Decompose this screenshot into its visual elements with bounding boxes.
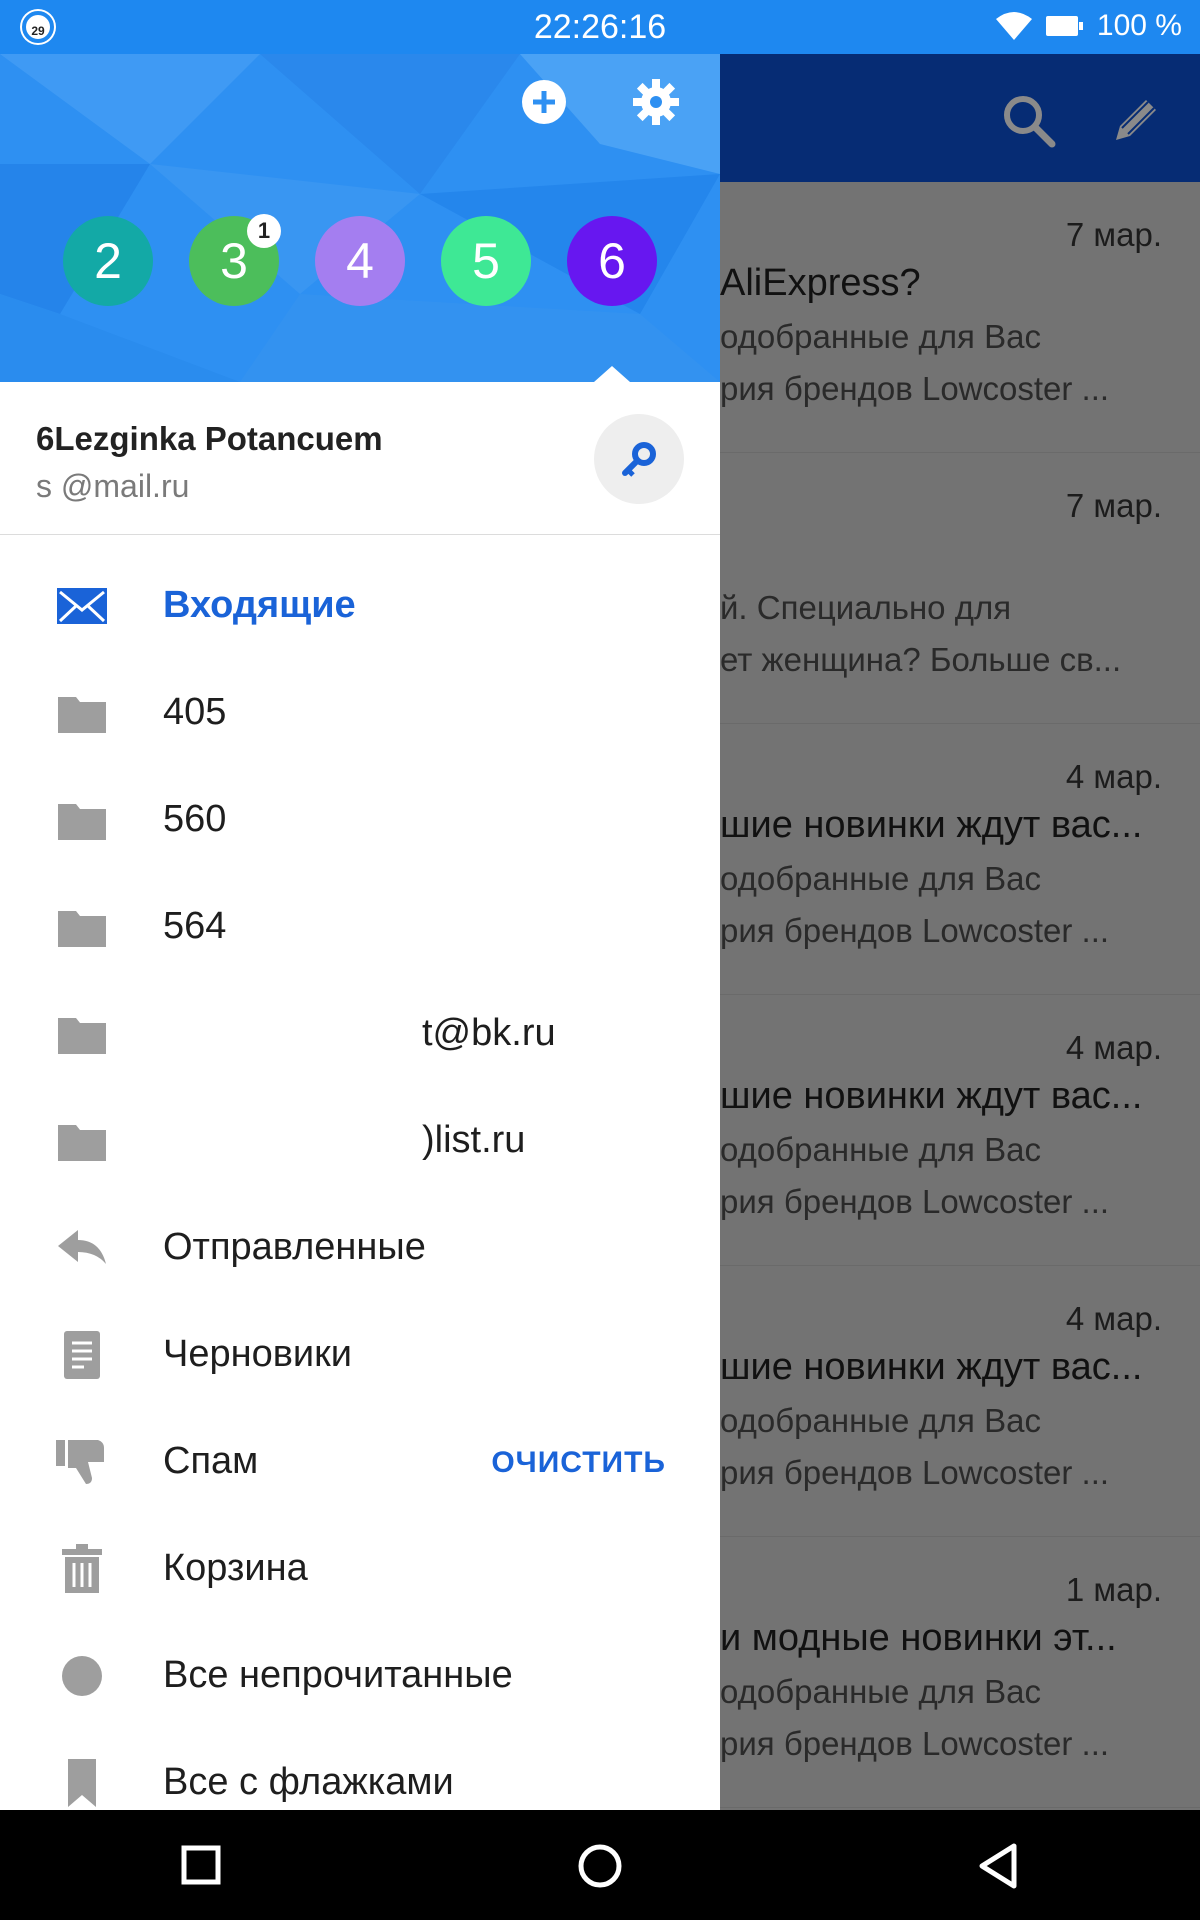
folder-label: t@bk.ru [422,1012,556,1054]
folder-spam[interactable]: Спам ОЧИСТИТЬ [0,1410,720,1517]
folder-all-flagged[interactable]: Все с флажками [0,1731,720,1810]
folder-icon [58,911,106,947]
mail-subject: шие новинки ждут вас... [720,1346,1143,1388]
folder-label: 405 [163,691,227,733]
folder-list-ru[interactable]: )list.ru [0,1089,720,1196]
mail-preview: рия брендов Lowcoster ... [720,1725,1110,1762]
selected-account-indicator [594,366,630,382]
account-avatar-label: 6 [598,233,626,289]
mail-subject: шие новинки ждут вас... [720,804,1143,846]
envelope-icon [57,588,107,624]
mail-date: 4 мар. [1065,758,1162,795]
mail-date: 1 мар. [1065,1571,1162,1608]
mail-preview: одобранные для Вас [720,1402,1041,1439]
folder-icon [58,1125,106,1161]
folder-bk-ru[interactable]: t@bk.ru [0,982,720,1089]
account-avatar-label: 3 [220,233,248,289]
mail-preview: рия брендов Lowcoster ... [720,1183,1110,1220]
status-right: 100 % [995,9,1182,43]
folder-label: 564 [163,905,227,947]
account-avatar-6[interactable]: 6 [567,216,657,306]
folder-label: )list.ru [422,1119,526,1161]
mail-date: 7 мар. [1065,487,1162,524]
mail-preview: рия брендов Lowcoster ... [720,912,1110,949]
account-key-button[interactable] [594,414,684,504]
clear-spam-button[interactable]: ОЧИСТИТЬ [491,1446,666,1480]
account-avatar-4[interactable]: 4 [315,216,405,306]
unread-circle-icon [62,1656,102,1696]
mail-preview: рия брендов Lowcoster ... [720,1454,1110,1491]
mail-date: 4 мар. [1065,1029,1162,1066]
battery-icon [1045,16,1083,36]
folder-label: 560 [163,798,227,840]
mail-preview: одобранные для Вас [720,860,1041,897]
account-avatar-3[interactable]: 3 1 [189,214,281,306]
settings-gear-icon[interactable] [630,76,682,128]
navigation-drawer: 2 3 1 4 5 6 6Lezginka Potancuem s @mail.… [0,54,720,1810]
mail-preview: й. Специально для [720,589,1012,626]
battery-percent: 100 % [1096,9,1182,42]
search-icon[interactable] [1000,92,1056,148]
folder-sent[interactable]: Отправленные [0,1196,720,1303]
folder-label: Спам [163,1440,259,1482]
account-avatar-2[interactable]: 2 [63,216,153,306]
drawer-header: 2 3 1 4 5 6 [0,54,720,382]
folder-icon [58,697,106,733]
mail-date: 4 мар. [1065,1300,1162,1337]
status-bar: 29 22:26:16 100 % [0,0,1200,54]
mail-subject: шие новинки ждут вас... [720,1075,1143,1117]
account-avatar-label: 4 [346,233,374,289]
compose-pencil-icon[interactable] [1108,92,1164,148]
trash-icon [62,1544,102,1593]
account-avatar-5[interactable]: 5 [441,216,531,306]
folder-trash[interactable]: Корзина [0,1517,720,1624]
account-avatar-label: 2 [94,233,122,289]
wifi-icon [995,12,1032,40]
folder-icon [58,1018,106,1054]
add-account-icon[interactable] [518,76,570,128]
mail-preview: одобранные для Вас [720,318,1041,355]
back-icon[interactable] [970,1838,1026,1894]
reply-icon [58,1230,106,1264]
mail-preview: одобранные для Вас [720,1673,1041,1710]
folder-all-unread[interactable]: Все непрочитанные [0,1624,720,1731]
mail-preview: одобранные для Вас [720,1131,1041,1168]
system-navigation-bar [0,1810,1200,1920]
folder-564[interactable]: 564 [0,875,720,982]
home-icon[interactable] [572,1838,628,1894]
mail-preview: рия брендов Lowcoster ... [720,370,1110,407]
account-email: s @mail.ru [36,468,190,504]
mail-date: 7 мар. [1065,216,1162,253]
unread-count-badge: 1 [247,214,281,248]
key-icon [622,442,656,477]
bookmark-icon [68,1759,96,1807]
folder-560[interactable]: 560 [0,768,720,875]
folder-label: Все с флажками [163,1761,454,1803]
document-icon [64,1331,100,1379]
folder-label: Все непрочитанные [163,1654,513,1696]
thumbs-down-icon [56,1440,104,1484]
folder-label: Корзина [163,1547,308,1589]
folder-405[interactable]: 405 [0,661,720,768]
account-avatar-label: 5 [472,233,500,289]
folder-label: Отправленные [163,1226,426,1268]
account-switcher: 2 3 1 4 5 6 [0,214,720,306]
current-account-info: 6Lezginka Potancuem s @mail.ru [0,382,720,535]
folder-label: Входящие [163,584,356,626]
folder-icon [58,804,106,840]
account-name: 6Lezginka Potancuem [36,420,383,457]
folder-inbox[interactable]: Входящие [0,554,720,661]
recent-apps-icon[interactable] [174,1838,230,1894]
mail-preview: ет женщина? Больше св... [720,641,1122,678]
mail-subject: AliExpress? [720,262,921,304]
mail-subject: и модные новинки эт... [720,1617,1117,1659]
folder-label: Черновики [163,1333,352,1375]
folder-menu: Входящие 405 560 564 t@bk.ru )list.ru От… [0,554,720,1810]
folder-drafts[interactable]: Черновики [0,1303,720,1410]
